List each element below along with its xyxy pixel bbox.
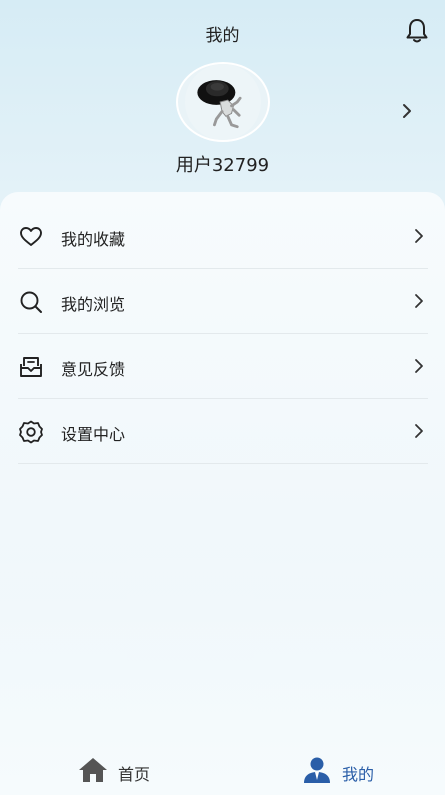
menu-card: 我的收藏 我的浏览 意见反馈 设置中心 [0, 192, 445, 732]
chevron-right-icon [414, 358, 424, 374]
bell-icon[interactable] [403, 17, 431, 45]
tab-label-home: 首页 [118, 765, 151, 784]
tab-label-profile: 我的 [342, 765, 375, 784]
username: 用户32799 [175, 155, 270, 176]
profile-section[interactable]: 用户32799 [0, 62, 445, 182]
search-icon [18, 289, 44, 315]
menu-item-settings[interactable]: 设置中心 [18, 399, 428, 464]
menu-label-favorites: 我的收藏 [61, 230, 126, 249]
menu-label-history: 我的浏览 [61, 295, 126, 314]
top-header: 我的 [0, 0, 445, 64]
tab-profile[interactable]: 我的 [302, 740, 445, 795]
menu-item-feedback[interactable]: 意见反馈 [18, 334, 428, 399]
menu-label-settings: 设置中心 [61, 425, 126, 444]
tab-home[interactable]: 首页 [78, 740, 228, 795]
home-icon [78, 756, 108, 784]
menu-item-history[interactable]: 我的浏览 [18, 269, 428, 334]
menu-item-favorites[interactable]: 我的收藏 [18, 204, 428, 269]
avatar[interactable] [176, 62, 270, 142]
chevron-right-icon [414, 293, 424, 309]
chevron-right-icon [414, 423, 424, 439]
bottom-tab-bar: 首页 我的 [0, 740, 445, 795]
heart-icon [18, 224, 44, 250]
chevron-right-icon [414, 228, 424, 244]
user-icon [302, 756, 332, 784]
mail-icon [18, 354, 44, 380]
menu-label-feedback: 意见反馈 [61, 360, 126, 379]
page-title: 我的 [205, 26, 240, 46]
chevron-right-icon[interactable] [400, 102, 414, 120]
gear-icon [18, 419, 44, 445]
